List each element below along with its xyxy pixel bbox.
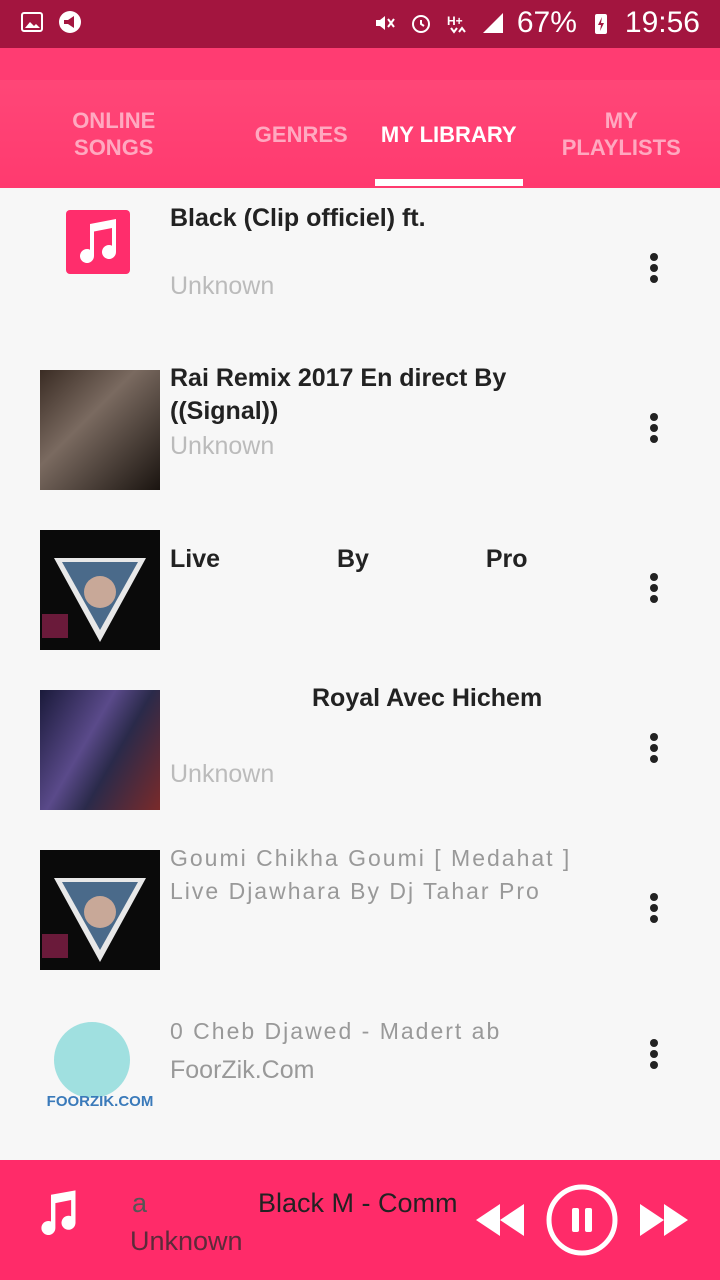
alarm-icon <box>411 15 430 33</box>
song-artist: Unknown <box>170 272 275 300</box>
app-bar: ONLINE SONGS GENRES MY LIBRARY MY PLAYLI… <box>0 48 720 188</box>
song-artist: FoorZik.Com <box>170 1056 315 1084</box>
song-artist: Unknown <box>170 432 275 460</box>
megaphone-notification-icon <box>59 11 81 33</box>
song-title: Live By Pro <box>170 545 528 573</box>
rewind-icon[interactable] <box>474 1202 526 1238</box>
song-thumbnail <box>40 690 160 810</box>
tab-bar: ONLINE SONGS GENRES MY LIBRARY MY PLAYLI… <box>0 80 720 188</box>
more-options-icon[interactable] <box>640 1036 668 1076</box>
foorzik-logo-icon: FOORZIK.COM <box>47 1022 154 1110</box>
music-note-icon <box>41 1190 76 1236</box>
battery-percent: 67% <box>516 6 577 39</box>
song-list: Black (Clip officiel) ft. Unknown Rai Re… <box>0 188 720 1160</box>
tab-online-songs[interactable]: ONLINE SONGS <box>0 80 228 188</box>
list-item[interactable]: Rai Remix 2017 En direct By ((Signal)) U… <box>0 348 720 508</box>
clock: 19:56 <box>624 6 700 39</box>
toolbar <box>0 48 720 80</box>
song-thumbnail <box>66 210 130 274</box>
more-options-icon[interactable] <box>640 250 668 290</box>
fast-forward-icon[interactable] <box>638 1202 690 1238</box>
song-title: Goumi Chikha Goumi [ Medahat ] Live Djaw… <box>170 845 572 904</box>
svg-text:H+: H+ <box>447 14 463 28</box>
mute-icon <box>375 16 395 30</box>
signal-icon <box>482 13 503 33</box>
now-playing-prefix: a <box>132 1188 148 1218</box>
tab-my-playlists[interactable]: MY PLAYLISTS <box>523 80 720 188</box>
pause-button[interactable] <box>545 1183 619 1257</box>
song-title: Royal Avec Hichem <box>312 684 543 712</box>
tab-genres[interactable]: GENRES <box>228 80 376 188</box>
song-thumbnail <box>40 530 160 650</box>
song-thumbnail: FOORZIK.COM <box>40 1008 160 1128</box>
data-hplus-icon: H+ <box>447 14 466 34</box>
now-playing-artist: Unknown <box>130 1226 243 1256</box>
album-art-triangle <box>42 558 146 642</box>
list-item[interactable]: FOORZIK.COM 0 Cheb Djawed - Madert ab Fo… <box>0 988 720 1158</box>
music-note-icon <box>80 219 117 264</box>
more-options-icon[interactable] <box>640 890 668 930</box>
tab-my-library[interactable]: MY LIBRARY <box>375 80 523 188</box>
song-thumbnail <box>40 850 160 970</box>
song-title: 0 Cheb Djawed - Madert ab <box>170 1018 502 1044</box>
song-title: Black (Clip officiel) ft. <box>170 204 426 232</box>
now-playing-title: Black M - Comm <box>258 1188 458 1218</box>
mini-player[interactable]: a Black M - Comm Unknown <box>0 1160 720 1280</box>
svg-text:FOORZIK.COM: FOORZIK.COM <box>47 1093 154 1110</box>
battery-charging-icon <box>594 14 607 34</box>
gallery-notification-icon <box>21 12 43 32</box>
more-options-icon[interactable] <box>640 730 668 770</box>
more-options-icon[interactable] <box>640 570 668 610</box>
status-bar: H+ 67% 19:56 <box>0 0 720 48</box>
song-thumbnail <box>40 370 160 490</box>
album-art-triangle <box>42 878 146 962</box>
list-item[interactable]: Black (Clip officiel) ft. Unknown <box>0 188 720 348</box>
song-artist: Unknown <box>170 760 275 788</box>
song-title: Rai Remix 2017 En direct By ((Signal)) <box>170 364 507 425</box>
list-item[interactable]: Royal Avec Hichem Unknown <box>0 668 720 828</box>
list-item[interactable]: Live By Pro <box>0 508 720 668</box>
more-options-icon[interactable] <box>640 410 668 450</box>
list-item[interactable]: Goumi Chikha Goumi [ Medahat ] Live Djaw… <box>0 828 720 988</box>
